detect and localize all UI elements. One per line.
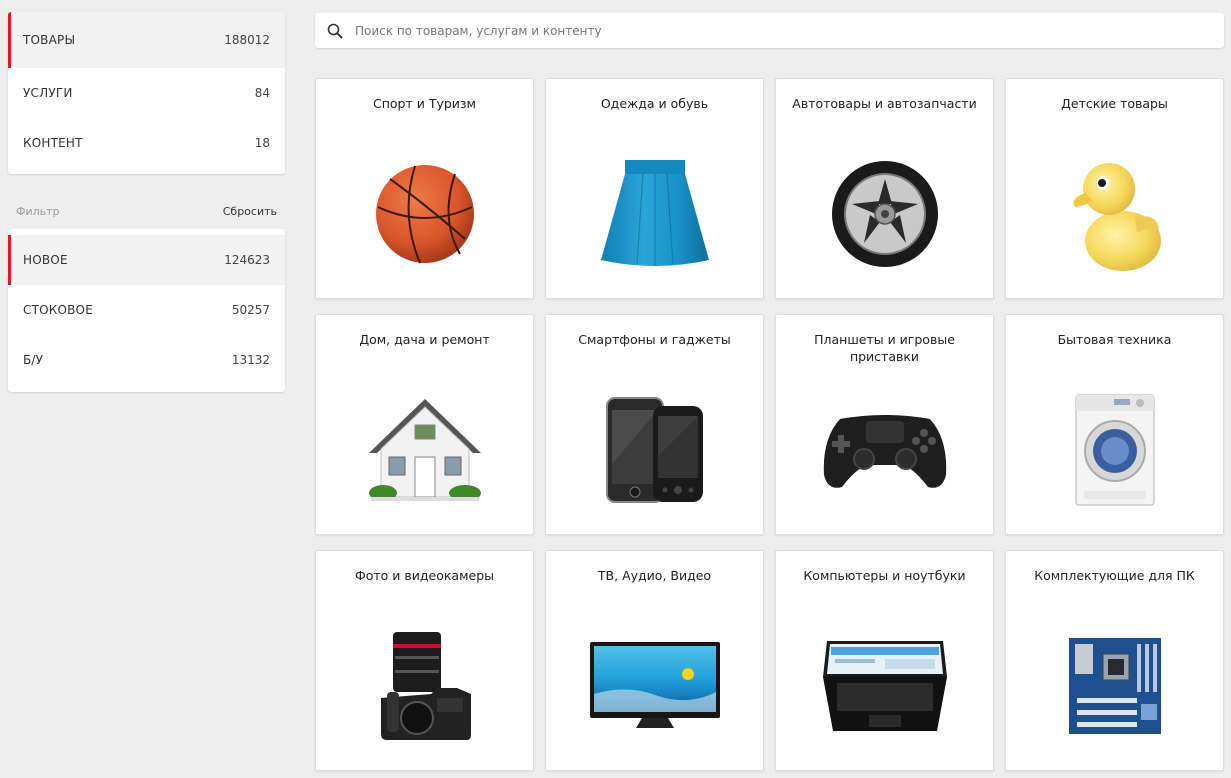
condition-item-label: Б/У: [23, 353, 44, 367]
category-title: Комплектующие для ПК: [1034, 568, 1195, 583]
category-title: Спорт и Туризм: [372, 96, 476, 111]
wheel-icon: [831, 161, 938, 267]
category-card-pc-components[interactable]: Комплектующие для ПК: [1005, 550, 1224, 771]
search-icon[interactable]: [315, 13, 355, 48]
category-title: Фото и видеокамеры: [354, 568, 494, 583]
house-icon: [368, 399, 481, 501]
category-title: Смартфоны и гаджеты: [578, 332, 731, 347]
type-item-services[interactable]: УСЛУГИ 84: [8, 68, 285, 118]
category-title: Бытовая техника: [1057, 332, 1172, 347]
category-card-home[interactable]: Дом, дача и ремонт: [315, 314, 534, 535]
search-bar: [315, 13, 1224, 48]
category-card-auto[interactable]: Автотовары и автозапчасти: [775, 78, 994, 299]
category-card-consoles[interactable]: Планшеты и игровые приставки: [775, 314, 994, 535]
type-filter-panel: ТОВАРЫ 188012 УСЛУГИ 84 КОНТЕНТ 18: [8, 12, 285, 174]
type-item-count: 84: [254, 86, 270, 100]
category-title: Детские товары: [1061, 96, 1168, 111]
type-item-count: 18: [254, 136, 270, 150]
category-title: Компьютеры и ноутбуки: [803, 568, 966, 583]
category-card-cameras[interactable]: Фото и видеокамеры: [315, 550, 534, 771]
condition-item-count: 13132: [231, 353, 270, 367]
category-card-clothes[interactable]: Одежда и обувь: [545, 78, 764, 299]
filter-header: Фильтр Сбросить: [16, 205, 277, 218]
condition-filter-panel: НОВОЕ 124623 СТОКОВОЕ 50257 Б/У 13132: [8, 229, 285, 392]
category-card-phones[interactable]: Смартфоны и гаджеты: [545, 314, 764, 535]
type-item-content[interactable]: КОНТЕНТ 18: [8, 118, 285, 168]
category-title: ТВ, Аудио, Видео: [597, 568, 712, 583]
type-item-count: 188012: [224, 33, 270, 47]
category-card-kids[interactable]: Детские товары: [1005, 78, 1224, 299]
condition-item-new[interactable]: НОВОЕ 124623: [8, 235, 285, 285]
search-input[interactable]: [355, 14, 1224, 47]
reset-filter-link[interactable]: Сбросить: [223, 205, 277, 218]
filter-label: Фильтр: [16, 205, 60, 218]
type-item-goods[interactable]: ТОВАРЫ 188012: [8, 12, 285, 68]
gamepad-icon: [823, 415, 946, 488]
type-item-label: УСЛУГИ: [23, 86, 73, 100]
catalog-page: ТОВАРЫ 188012 УСЛУГИ 84 КОНТЕНТ 18 Фильт…: [0, 0, 1231, 778]
type-item-label: ТОВАРЫ: [23, 33, 76, 47]
category-title: Автотовары и автозапчасти: [792, 96, 977, 111]
condition-item-label: СТОКОВОЕ: [23, 303, 93, 317]
category-title: Дом, дача и ремонт: [359, 332, 490, 347]
type-item-label: КОНТЕНТ: [23, 136, 83, 150]
washing-machine-icon: [1074, 394, 1155, 506]
skirt-icon: [600, 160, 709, 266]
motherboard-icon: [1068, 638, 1161, 734]
category-card-tv[interactable]: ТВ, Аудио, Видео: [545, 550, 764, 771]
condition-item-stock[interactable]: СТОКОВОЕ 50257: [8, 285, 285, 335]
category-card-appliances[interactable]: Бытовая техника: [1005, 314, 1224, 535]
camera-icon: [380, 632, 471, 740]
category-title: Одежда и обувь: [600, 96, 709, 111]
condition-item-count: 50257: [231, 303, 270, 317]
basketball-icon: [375, 165, 474, 264]
condition-item-label: НОВОЕ: [23, 253, 68, 267]
condition-item-used[interactable]: Б/У 13132: [8, 335, 285, 385]
smartphones-icon: [605, 397, 703, 503]
category-card-sport[interactable]: Спорт и Туризм: [315, 78, 534, 299]
category-card-computers[interactable]: Компьютеры и ноутбуки: [775, 550, 994, 771]
rubber-duck-icon: [1072, 163, 1161, 271]
condition-item-count: 124623: [224, 253, 270, 267]
category-title: Планшеты и игровые приставки: [814, 332, 955, 364]
tv-icon: [589, 642, 720, 728]
laptop-icon: [822, 641, 947, 731]
category-grid: Спорт и Туризм Одежда и обувь Автотовары…: [315, 78, 1224, 771]
